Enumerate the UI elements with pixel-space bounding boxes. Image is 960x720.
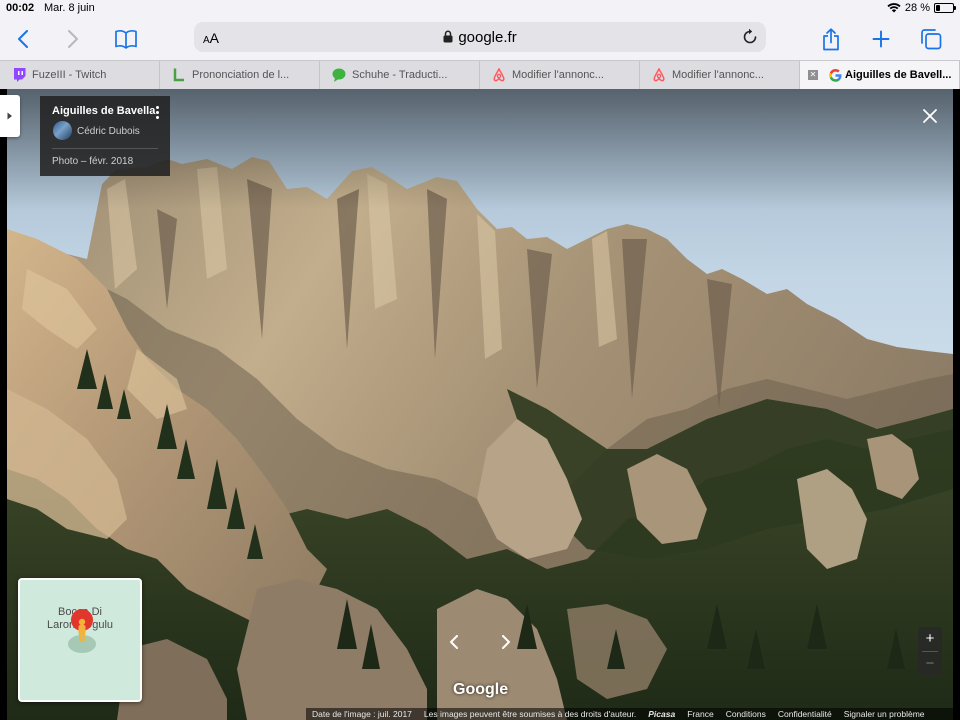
photo-viewer[interactable]: Aiguilles de Bavella Cédric Dubois Photo…	[0, 89, 960, 720]
lock-icon	[443, 30, 453, 43]
photo-date: Photo – févr. 2018	[52, 156, 134, 167]
expand-panel-button[interactable]	[0, 95, 20, 137]
plus-icon	[872, 30, 890, 48]
close-tab-icon[interactable]: ✕	[808, 70, 818, 80]
region-link[interactable]: France	[687, 709, 713, 719]
share-button[interactable]	[816, 24, 846, 54]
rights-notice: Les images peuvent être soumises à des d…	[423, 709, 637, 719]
place-title[interactable]: Aiguilles de Bavella	[52, 105, 155, 117]
viewer-left-edge	[0, 89, 7, 720]
reload-icon[interactable]	[742, 28, 758, 45]
share-icon	[823, 27, 839, 50]
twitch-icon	[12, 68, 26, 82]
caret-right-icon	[7, 112, 12, 120]
tab-airbnb-2[interactable]: Modifier l'annonc...	[640, 61, 800, 89]
status-bar: 00:02 Mar. 8 juin 28 %	[0, 0, 960, 18]
book-icon	[115, 30, 137, 49]
google-logo: Google	[453, 681, 509, 698]
previous-photo-button[interactable]	[441, 629, 467, 655]
chevron-left-icon	[450, 635, 458, 649]
speech-bubble-icon	[332, 68, 346, 82]
tab-label: Schuhe - Traducti...	[352, 69, 448, 81]
tab-strip: FuzeIII - Twitch Prononciation de l... S…	[0, 60, 960, 89]
status-date: Mar. 8 juin	[44, 2, 95, 14]
browser-toolbar: AA google.fr	[0, 18, 960, 60]
battery-fill	[936, 5, 941, 11]
back-button[interactable]	[8, 24, 38, 54]
battery-percent: 28 %	[904, 2, 930, 14]
tab-twitch[interactable]: FuzeIII - Twitch	[0, 61, 160, 89]
viewer-right-edge	[953, 89, 960, 720]
tab-label: Prononciation de l...	[192, 69, 290, 81]
tab-label: Modifier l'annonc...	[672, 69, 764, 81]
ipad-screen: 00:02 Mar. 8 juin 28 % AA google.fr Fuze…	[0, 0, 960, 720]
new-tab-button[interactable]	[866, 24, 896, 54]
report-problem-link[interactable]: Signaler un problème	[844, 709, 925, 719]
close-icon[interactable]	[922, 108, 938, 124]
image-date: Date de l'image : juil. 2017	[312, 709, 412, 719]
privacy-link[interactable]: Confidentialité	[778, 709, 832, 719]
more-options-icon[interactable]	[156, 106, 160, 121]
tab-aiguilles-active[interactable]: ✕ Aiguilles de Bavell...	[800, 61, 960, 89]
tab-schuhe[interactable]: Schuhe - Traducti...	[320, 61, 480, 89]
terms-link[interactable]: Conditions	[726, 709, 766, 719]
tabs-icon	[921, 29, 942, 50]
airbnb-icon	[652, 68, 666, 82]
airbnb-icon	[492, 68, 506, 82]
chevron-right-icon	[68, 30, 78, 48]
provider-picasa[interactable]: Picasa	[648, 709, 675, 719]
forward-button[interactable]	[58, 24, 88, 54]
next-photo-button[interactable]	[493, 629, 519, 655]
wifi-icon	[887, 3, 901, 13]
status-time: 00:02	[6, 2, 35, 14]
mountain-photo-image	[7, 89, 953, 720]
panorama-photo[interactable]	[7, 89, 953, 720]
address-bar[interactable]: AA google.fr	[194, 22, 766, 52]
chevron-left-icon	[18, 30, 28, 48]
tab-label: FuzeIII - Twitch	[32, 69, 107, 81]
battery-icon	[934, 3, 956, 13]
info-divider	[52, 148, 158, 149]
google-g-icon	[828, 68, 842, 82]
author-avatar[interactable]	[53, 121, 72, 140]
letter-l-icon	[172, 68, 186, 82]
zoom-controls: + −	[918, 627, 942, 675]
status-indicators: 28 %	[887, 2, 956, 14]
url-domain: google.fr	[458, 29, 517, 46]
tab-label: Modifier l'annonc...	[512, 69, 604, 81]
chevron-right-icon	[502, 635, 510, 649]
tab-label: Aiguilles de Bavell...	[845, 69, 952, 81]
tab-prononciation[interactable]: Prononciation de l...	[160, 61, 320, 89]
tab-overview-button[interactable]	[916, 24, 946, 54]
author-name[interactable]: Cédric Dubois	[77, 126, 140, 137]
tab-airbnb-1[interactable]: Modifier l'annonc...	[480, 61, 640, 89]
url-display[interactable]: google.fr	[194, 29, 766, 46]
zoom-out-button[interactable]: −	[918, 652, 942, 676]
bookmarks-button[interactable]	[111, 24, 141, 54]
attribution-footer: Date de l'image : juil. 2017 Les images …	[306, 708, 960, 720]
photo-info-card: Aiguilles de Bavella Cédric Dubois Photo…	[40, 96, 170, 176]
zoom-in-button[interactable]: +	[918, 627, 942, 651]
mini-map[interactable]: Bocca Di Larone Ugulu	[18, 578, 142, 702]
pegman-icon	[68, 609, 96, 653]
